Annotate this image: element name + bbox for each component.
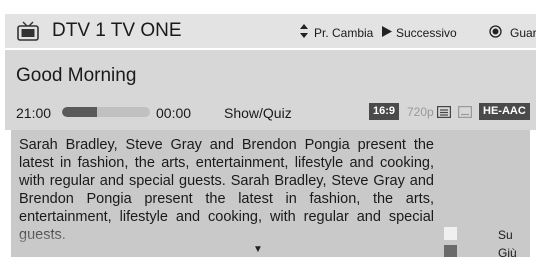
resolution-label: 720p xyxy=(407,105,434,119)
play-icon xyxy=(382,26,392,37)
change-channel-hint[interactable]: Pr. Cambia xyxy=(314,26,373,40)
ok-button-icon xyxy=(489,25,502,38)
scroll-down-key-icon xyxy=(444,245,457,257)
down-arrow-icon: ▼ xyxy=(253,244,263,255)
scroll-up-label[interactable]: Su xyxy=(498,228,513,242)
description-box: Sarah Bradley, Steve Gray and Brendon Po… xyxy=(11,130,530,257)
channel-name: DTV 1 TV ONE xyxy=(52,20,182,41)
end-time: 00:00 xyxy=(156,105,192,121)
start-time: 21:00 xyxy=(16,105,52,121)
channel-header: DTV 1 TV ONE Pr. Cambia Successivo Guard… xyxy=(5,14,536,48)
program-progress-bar xyxy=(62,107,150,117)
program-genre: Show/Quiz xyxy=(224,105,292,121)
program-description: Sarah Bradley, Steve Gray and Brendon Po… xyxy=(19,137,434,243)
program-info-band: Good Morning 21:00 00:00 Show/Quiz 16:9 … xyxy=(5,50,536,130)
program-title: Good Morning xyxy=(16,65,137,86)
scroll-down-label[interactable]: Giù xyxy=(498,246,517,257)
next-hint[interactable]: Successivo xyxy=(396,26,457,40)
program-progress-fill xyxy=(62,107,98,117)
program-info-panel: DTV 1 TV ONE Pr. Cambia Successivo Guard… xyxy=(5,5,536,257)
aspect-ratio-badge: 16:9 xyxy=(369,103,400,120)
subtitle-icon xyxy=(458,106,472,118)
audio-format-badge: HE-AAC xyxy=(479,103,530,120)
up-down-arrow-icon xyxy=(300,24,308,38)
scroll-up-key-icon xyxy=(444,227,457,240)
teletext-icon xyxy=(437,106,451,118)
tv-icon xyxy=(17,21,39,41)
watch-hint[interactable]: Guarda xyxy=(510,26,536,40)
